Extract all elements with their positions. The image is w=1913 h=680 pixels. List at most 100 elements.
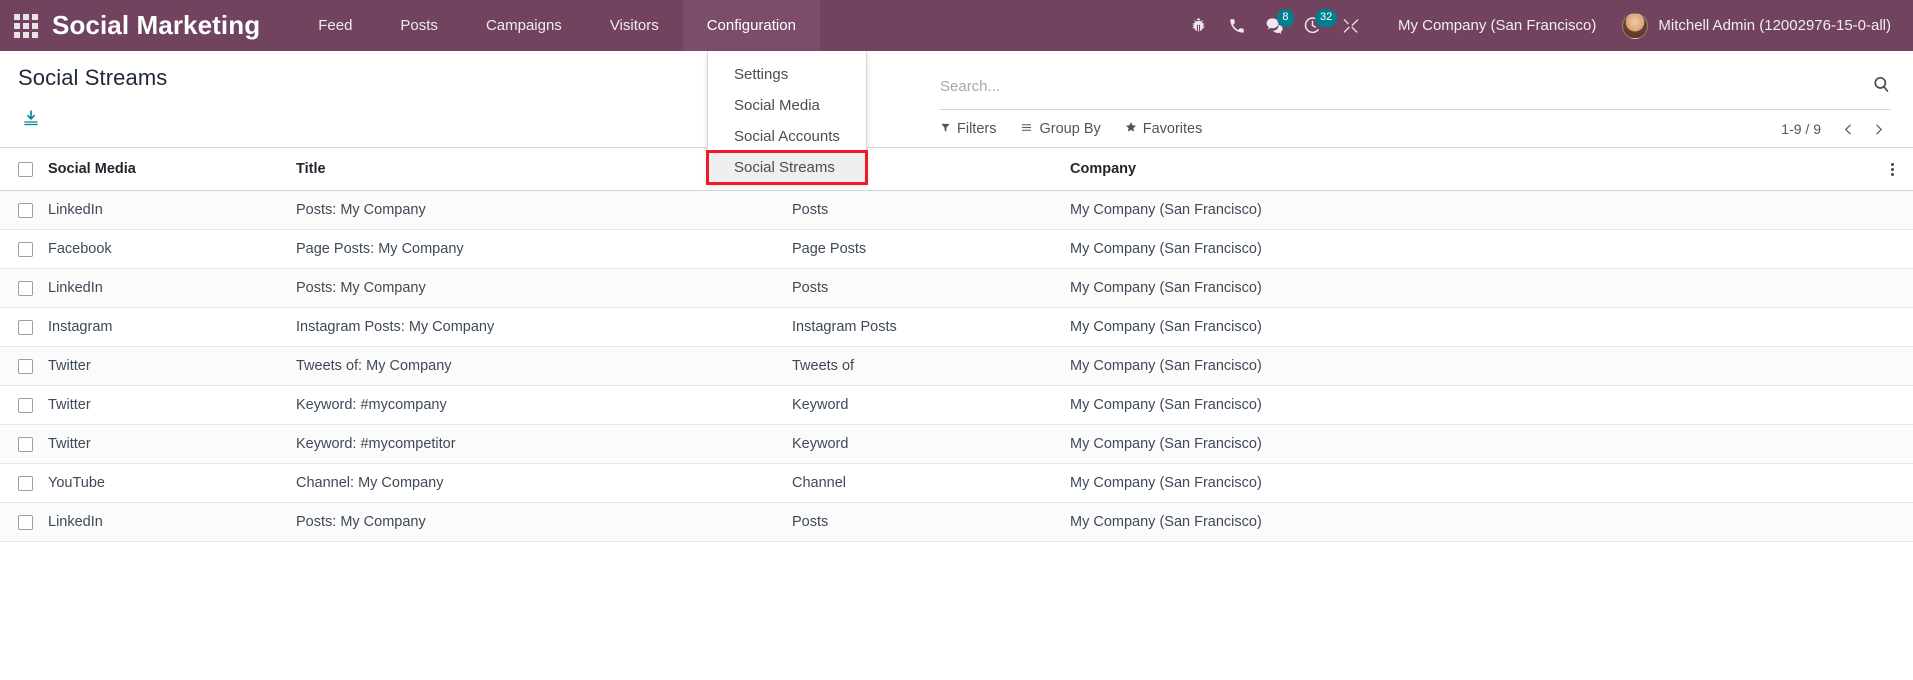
top-navbar: Social Marketing Feed Posts Campaigns Vi… [0,0,1913,51]
search-bar [940,64,1891,110]
row-select-cell [0,346,48,386]
row-checkbox[interactable] [18,202,33,218]
table-row[interactable]: Instagram Instagram Posts: My Company Inst… [0,307,1913,347]
table-row[interactable]: Facebook Page Posts: My Company Page Posts… [0,229,1913,269]
main-menu: Feed Posts Campaigns Visitors Configurat… [294,0,820,51]
cell-social-media: LinkedIn [48,502,296,542]
user-menu[interactable]: Mitchell Admin (12002976-15-0-all) [1614,0,1913,51]
row-checkbox[interactable] [18,397,33,413]
row-select-cell [0,385,48,425]
app-brand-title[interactable]: Social Marketing [52,0,294,51]
cell-spacer [1877,307,1913,347]
bug-icon[interactable] [1180,0,1218,51]
company-selector[interactable]: My Company (San Francisco) [1370,0,1614,51]
search-icon[interactable] [1864,75,1891,99]
import-download-icon[interactable] [18,105,44,131]
cell-title: Tweets of: My Company [296,346,792,386]
control-panel-right: Filters Group By Favorites 1-9 / 9 [940,51,1913,147]
configuration-dropdown-menu: Settings Social Media Social Accounts So… [706,51,868,185]
phone-icon[interactable] [1218,0,1256,51]
cell-type: Posts [792,268,1070,308]
filter-funnel-icon [940,121,951,137]
cell-social-media: Twitter [48,346,296,386]
favorites-button[interactable]: Favorites [1125,121,1203,137]
column-header-social-media[interactable]: Social Media [48,148,296,191]
pager-count: 1-9 / 9 [1781,121,1821,137]
menu-item-feed[interactable]: Feed [294,0,376,51]
row-select-cell [0,502,48,542]
row-checkbox[interactable] [18,475,33,491]
cell-spacer [1877,346,1913,386]
dropdown-item-social-accounts[interactable]: Social Accounts [708,121,866,152]
cell-type: Posts [792,502,1070,542]
row-checkbox[interactable] [18,319,33,335]
dropdown-item-social-media[interactable]: Social Media [708,90,866,121]
table-row[interactable]: Twitter Keyword: #mycompany Keyword My Comp… [0,385,1913,425]
favorites-label: Favorites [1142,121,1203,137]
table-row[interactable]: YouTube Channel: My Company Channel My Comp… [0,463,1913,503]
table-head: Social Media Title Type Company [0,148,1913,191]
messages-badge: 8 [1276,9,1294,27]
cell-spacer [1877,424,1913,464]
dropdown-item-settings[interactable]: Settings [708,59,866,90]
search-input[interactable] [940,78,1864,95]
social-streams-table: Social Media Title Type Company LinkedIn… [0,148,1913,542]
cell-social-media: YouTube [48,463,296,503]
table-row[interactable]: Twitter Keyword: #mycompetitor Keyword My C… [0,424,1913,464]
tools-icon[interactable] [1332,0,1370,51]
cell-social-media: Facebook [48,229,296,269]
cell-spacer [1877,268,1913,308]
row-checkbox[interactable] [18,358,33,374]
activities-clock-icon[interactable]: 32 [1294,0,1338,51]
select-all-cell [0,148,48,191]
row-checkbox[interactable] [18,514,33,530]
list-view: Social Media Title Type Company LinkedIn… [0,148,1913,542]
cell-title: Page Posts: My Company [296,229,792,269]
filters-button[interactable]: Filters [940,121,996,137]
row-checkbox[interactable] [18,436,33,452]
menu-item-posts[interactable]: Posts [376,0,462,51]
cell-company: My Company (San Francisco) [1070,190,1877,230]
cell-type: Posts [792,190,1070,230]
messages-icon[interactable]: 8 [1256,0,1294,51]
chevron-left-icon[interactable] [1835,116,1861,142]
select-all-checkbox[interactable] [18,161,33,177]
cell-company: My Company (San Francisco) [1070,229,1877,269]
cell-social-media: Instagram [48,307,296,347]
table-row[interactable]: LinkedIn Posts: My Company Posts My Company… [0,190,1913,230]
table-row[interactable]: LinkedIn Posts: My Company Posts My Company… [0,502,1913,542]
menu-item-campaigns[interactable]: Campaigns [462,0,586,51]
row-checkbox[interactable] [18,280,33,296]
dropdown-item-social-streams[interactable]: Social Streams [706,150,868,185]
cell-type: Instagram Posts [792,307,1070,347]
table-header-row: Social Media Title Type Company [0,148,1913,191]
user-name-label: Mitchell Admin (12002976-15-0-all) [1658,17,1891,34]
filters-label: Filters [957,121,997,137]
avatar [1622,12,1649,39]
table-row[interactable]: LinkedIn Posts: My Company Posts My Company… [0,268,1913,308]
cell-social-media: LinkedIn [48,268,296,308]
column-header-company[interactable]: Company [1070,148,1877,191]
cell-title: Keyword: #mycompetitor [296,424,792,464]
vertical-dots-icon[interactable] [1877,162,1913,176]
row-select-cell [0,307,48,347]
group-lines-icon [1020,121,1033,137]
cell-company: My Company (San Francisco) [1070,424,1877,464]
cell-company: My Company (San Francisco) [1070,463,1877,503]
menu-item-configuration[interactable]: Configuration [682,0,820,51]
cell-spacer [1877,463,1913,503]
table-row[interactable]: Twitter Tweets of: My Company Tweets of My … [0,346,1913,386]
cell-company: My Company (San Francisco) [1070,346,1877,386]
apps-grid-icon[interactable] [0,0,52,51]
group-by-button[interactable]: Group By [1020,121,1101,137]
navbar-spacer [820,0,1180,51]
chevron-right-icon[interactable] [1865,116,1891,142]
system-tray: 8 32 [1180,0,1370,51]
cell-company: My Company (San Francisco) [1070,502,1877,542]
row-select-cell [0,463,48,503]
cell-spacer [1877,190,1913,230]
row-checkbox[interactable] [18,241,33,257]
cell-type: Page Posts [792,229,1070,269]
menu-item-visitors[interactable]: Visitors [586,0,683,51]
cell-company: My Company (San Francisco) [1070,268,1877,308]
